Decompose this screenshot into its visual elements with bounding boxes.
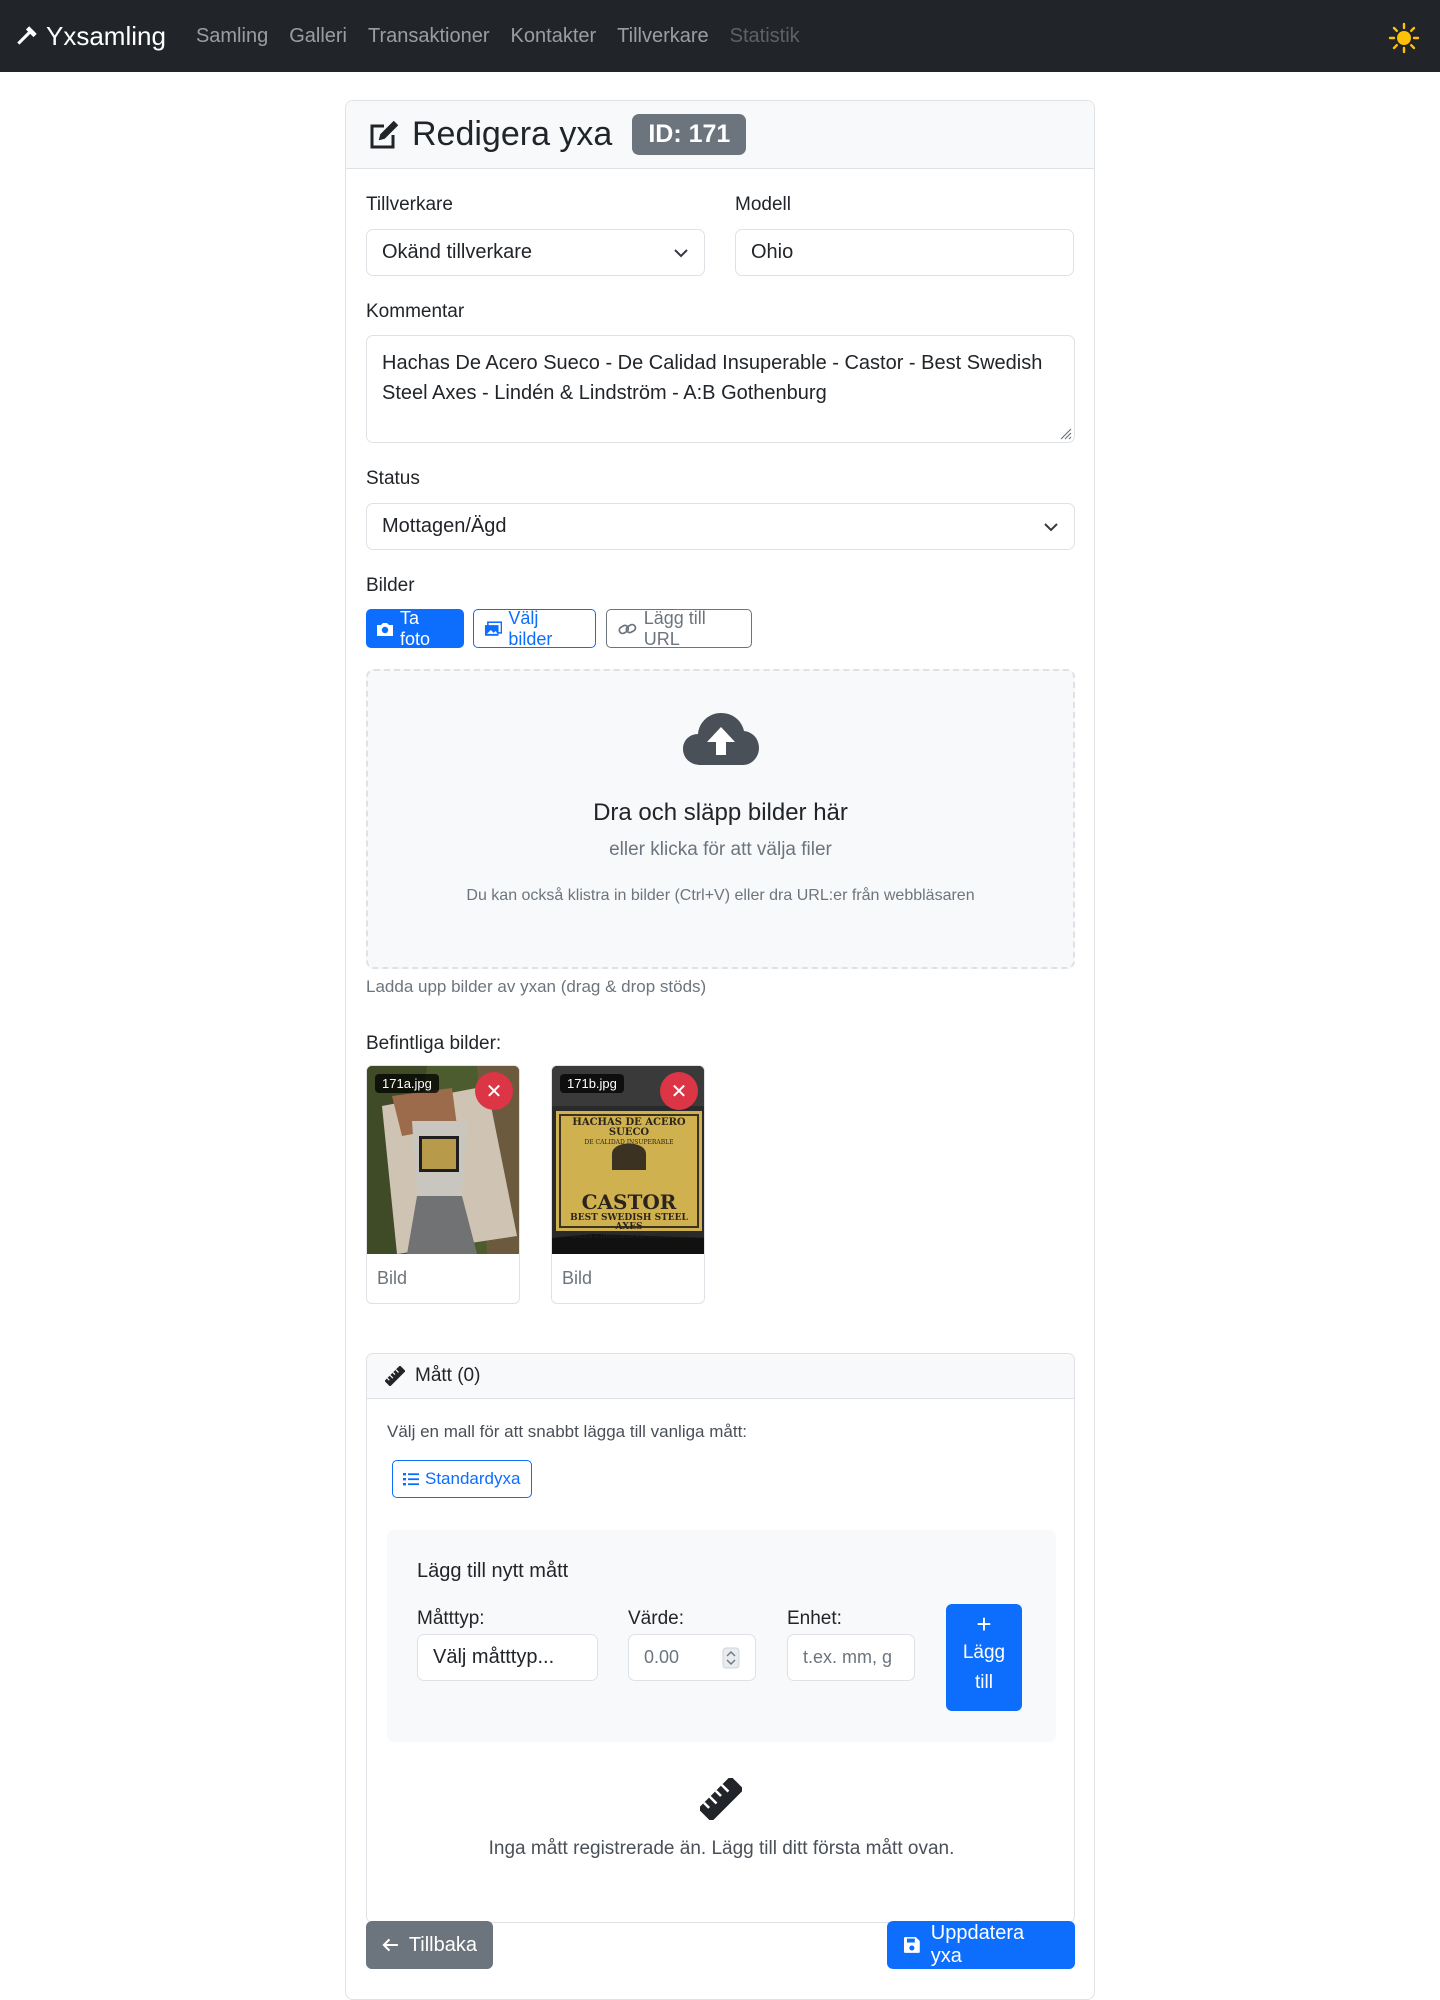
add-measurement-panel: Lägg till nytt mått Måtttyp: Välj måttty… — [387, 1530, 1056, 1742]
value-placeholder: 0.00 — [644, 1647, 680, 1667]
resize-handle-icon[interactable] — [1056, 424, 1072, 440]
update-label: Uppdatera yxa — [930, 1922, 1025, 1967]
model-input[interactable]: Ohio — [735, 229, 1074, 276]
update-axe-button[interactable]: Uppdatera yxa — [887, 1921, 1075, 1969]
link-icon — [618, 623, 637, 634]
sun-icon[interactable] — [1388, 22, 1420, 54]
cloud-upload-icon — [682, 713, 759, 765]
choose-images-button[interactable]: Välj bilder — [473, 607, 596, 649]
nav-link-transaktioner[interactable]: Transaktioner — [368, 25, 490, 48]
sticker-line1: HACHAS DE ACERO SUECO — [572, 1117, 686, 1138]
status-select[interactable]: Mottagen/Ägd — [366, 503, 1075, 550]
ruler-icon — [385, 1366, 405, 1386]
comment-label: Kommentar — [366, 301, 465, 322]
image-caption: Bild — [377, 1268, 408, 1288]
card-header: Redigera yxa ID: 171 — [346, 101, 1094, 169]
manufacturer-select[interactable]: Okänd tillverkare — [366, 229, 705, 276]
delete-image-button[interactable]: ✕ — [475, 1072, 513, 1110]
unit-label: Enhet: — [787, 1608, 842, 1629]
take-photo-label: Ta foto — [399, 607, 431, 649]
unit-input[interactable]: t.ex. mm, g — [787, 1634, 915, 1681]
nav-link-tillverkare[interactable]: Tillverkare — [617, 25, 709, 48]
close-icon: ✕ — [670, 1080, 688, 1103]
measurement-type-placeholder: Välj måtttyp... — [433, 1646, 555, 1668]
nav-link-statistik[interactable]: Statistik — [730, 25, 800, 48]
add-url-label: Lägg till URL — [643, 607, 706, 649]
value-input[interactable]: 0.00 — [628, 1634, 756, 1681]
comment-textarea[interactable]: Hachas De Acero Sueco - De Calidad Insup… — [366, 335, 1075, 443]
plus-icon: + — [976, 1609, 992, 1639]
measurements-title: Mått (0) — [415, 1365, 481, 1386]
camera-icon — [376, 622, 393, 636]
brand-name: Yxsamling — [46, 20, 166, 51]
images-label: Bilder — [366, 575, 415, 596]
measurements-header: Mått (0) — [367, 1354, 1074, 1399]
dropzone-hint: Du kan också klistra in bilder (Ctrl+V) … — [466, 887, 975, 904]
template-standard-axe-button[interactable]: Standardyxa — [392, 1460, 532, 1498]
sticker-line3: BEST SWEDISH STEEL AXES — [570, 1213, 688, 1232]
dropzone-subtitle: eller klicka för att välja filer — [609, 839, 832, 860]
add-measurement-title: Lägg till nytt mått — [417, 1560, 569, 1582]
chevron-down-icon — [1044, 522, 1058, 531]
back-label: Tillbaka — [408, 1933, 477, 1956]
manufacturer-label: Tillverkare — [366, 194, 453, 215]
label-photo[interactable]: HACHAS DE ACERO SUECO DE CALIDAD INSUPER… — [552, 1066, 704, 1254]
axe-photo[interactable]: 171a.jpg ✕ — [367, 1066, 519, 1254]
measurements-card: Mått (0) Välj en mall för att snabbt läg… — [366, 1353, 1075, 1923]
edit-axe-card: Redigera yxa ID: 171 Tillverkare Okänd t… — [345, 100, 1095, 2000]
existing-images-label: Befintliga bilder: — [366, 1033, 502, 1054]
brand-link[interactable]: Yxsamling — [14, 21, 166, 52]
add-measurement-button[interactable]: + Lägg till — [946, 1604, 1022, 1711]
delete-image-button[interactable]: ✕ — [660, 1072, 698, 1110]
value-label: Värde: — [628, 1608, 684, 1629]
manufacturer-value: Okänd tillverkare — [382, 241, 533, 263]
choose-images-label: Välj bilder — [508, 607, 553, 649]
model-value: Ohio — [751, 241, 794, 263]
nav-link-kontakter[interactable]: Kontakter — [511, 25, 597, 48]
status-label: Status — [366, 468, 420, 489]
template-hint: Välj en mall för att snabbt lägga till v… — [387, 1422, 748, 1441]
measurement-type-label: Måtttyp: — [417, 1608, 485, 1629]
arrow-left-icon — [382, 1938, 398, 1952]
back-button[interactable]: Tillbaka — [366, 1921, 493, 1969]
sticker-line4: LINDÉN & LINDSTRÖM A.B. GOTHENBURG — [571, 1234, 687, 1240]
ruler-icon — [700, 1778, 742, 1820]
image-filename: 171a.jpg — [375, 1074, 439, 1093]
images-icon — [484, 620, 503, 636]
nav-link-galleri[interactable]: Galleri — [289, 25, 347, 48]
add-button-label-line1: Lägg — [962, 1642, 1006, 1663]
hammer-icon — [17, 26, 37, 45]
take-photo-button[interactable]: Ta foto — [366, 607, 464, 649]
image-filename: 171b.jpg — [560, 1074, 624, 1093]
nav-link-samling[interactable]: Samling — [196, 25, 268, 48]
close-icon: ✕ — [485, 1080, 503, 1103]
save-icon — [903, 1937, 920, 1953]
number-spinner-icon[interactable] — [722, 1647, 740, 1669]
image-caption: Bild — [562, 1268, 593, 1288]
add-url-button[interactable]: Lägg till URL — [606, 607, 752, 649]
upload-help-text: Ladda upp bilder av yxan (drag & drop st… — [366, 977, 707, 996]
existing-image-card: 171a.jpg ✕ Bild — [366, 1065, 520, 1304]
chevron-down-icon — [674, 248, 688, 257]
measurement-type-select[interactable]: Välj måtttyp... — [417, 1634, 598, 1681]
edit-icon — [370, 120, 399, 148]
sticker-brand: CASTOR — [581, 1190, 677, 1214]
status-value: Mottagen/Ägd — [382, 515, 507, 537]
existing-image-card: HACHAS DE ACERO SUECO DE CALIDAD INSUPER… — [551, 1065, 705, 1304]
image-dropzone[interactable]: Dra och släpp bilder här eller klicka fö… — [366, 669, 1075, 969]
dropzone-title: Dra och släpp bilder här — [593, 799, 848, 826]
sticker-text: HACHAS DE ACERO SUECO DE CALIDAD INSUPER… — [560, 1118, 698, 1240]
page-title: Redigera yxa — [412, 115, 613, 153]
template-button-label: Standardyxa — [425, 1469, 521, 1488]
top-navbar: Yxsamling Samling Galleri Transaktioner … — [0, 0, 1440, 72]
comment-value: Hachas De Acero Sueco - De Calidad Insup… — [382, 352, 1043, 404]
empty-measurements-text: Inga mått registrerade än. Lägg till dit… — [488, 1838, 955, 1859]
id-badge: ID: 171 — [632, 114, 747, 155]
add-button-label-line2: till — [975, 1672, 993, 1693]
sticker-line2: DE CALIDAD INSUPERABLE — [584, 1139, 674, 1146]
list-icon — [403, 1473, 419, 1486]
model-label: Modell — [735, 194, 791, 215]
unit-placeholder: t.ex. mm, g — [803, 1647, 893, 1667]
